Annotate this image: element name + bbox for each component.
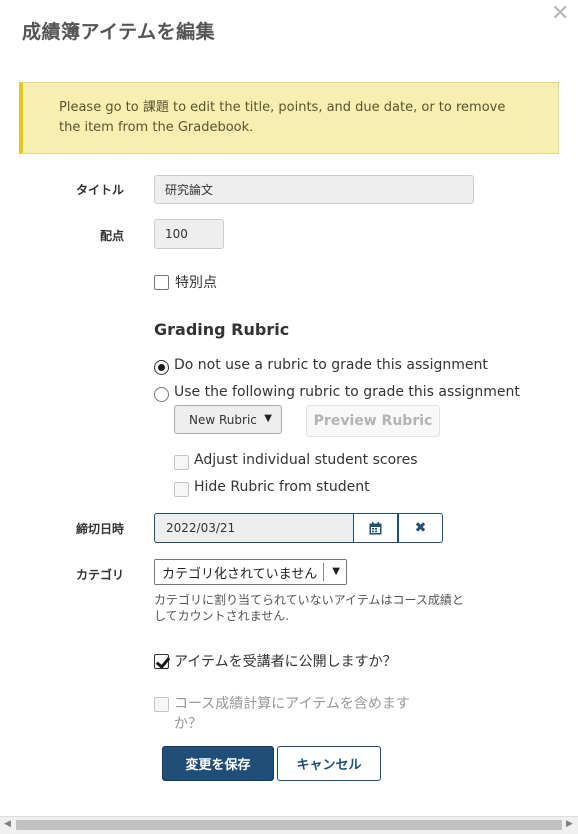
scrollbar-thumb[interactable] — [16, 820, 562, 830]
scroll-left-icon[interactable]: ◀ — [4, 819, 11, 829]
category-help-text: カテゴリに割り当てられていないアイテムはコース成績としてカウントされません. — [154, 593, 464, 623]
extra-credit-label: 特別点 — [175, 275, 217, 291]
chevron-down-icon: ▼ — [264, 413, 272, 424]
save-button[interactable]: 変更を保存 — [162, 746, 274, 781]
extra-credit-checkbox[interactable] — [154, 275, 169, 290]
category-label: カテゴリ — [76, 568, 125, 582]
title-label: タイトル — [76, 183, 125, 197]
select-divider — [323, 563, 324, 581]
caret-down-icon: ▼ — [332, 566, 340, 577]
category-select[interactable]: カテゴリ化されていません ▼ — [154, 559, 347, 585]
points-field[interactable]: 100 — [154, 219, 224, 249]
due-date-field[interactable]: 2022/03/21 — [154, 513, 354, 543]
close-icon[interactable]: ✕ — [551, 2, 569, 26]
horizontal-scrollbar[interactable]: ◀ ▶ — [0, 816, 578, 834]
rubric-select-value: New Rubric — [189, 412, 257, 427]
scroll-right-icon[interactable]: ▶ — [566, 819, 573, 829]
grading-rubric-heading: Grading Rubric — [154, 320, 290, 339]
dialog-title: 成績簿アイテムを編集 — [22, 21, 216, 43]
use-rubric-label: Use the following rubric to grade this a… — [174, 384, 520, 400]
hide-rubric-label: Hide Rubric from student — [194, 479, 370, 495]
hide-rubric-checkbox[interactable] — [174, 482, 189, 497]
due-date-label: 締切日時 — [76, 522, 125, 536]
notice-text: Please go to 課題 to edit the title, point… — [59, 100, 506, 135]
include-grade-label-cont: か？ — [174, 716, 202, 732]
include-grade-checkbox[interactable] — [154, 697, 169, 712]
calendar-button[interactable] — [353, 513, 398, 543]
category-select-value: カテゴリ化されていません — [162, 566, 318, 582]
release-label: アイテムを受講者に公開しますか？ — [174, 654, 397, 670]
title-field[interactable]: 研究論文 — [154, 175, 474, 204]
release-checkbox[interactable] — [154, 654, 169, 669]
no-rubric-radio[interactable] — [154, 360, 169, 375]
calendar-icon — [369, 521, 382, 534]
adjust-scores-label: Adjust individual student scores — [194, 452, 418, 468]
include-grade-label: コース成績計算にアイテムを含めます — [174, 696, 410, 712]
no-rubric-label: Do not use a rubric to grade this assign… — [174, 357, 488, 373]
points-label: 配点 — [100, 229, 125, 243]
adjust-scores-checkbox[interactable] — [174, 455, 189, 470]
info-notice: Please go to 課題 to edit the title, point… — [19, 82, 559, 154]
cancel-button[interactable]: キャンセル — [277, 746, 381, 781]
preview-rubric-button[interactable]: Preview Rubric — [306, 405, 440, 437]
clear-date-button[interactable]: ✖ — [398, 513, 443, 543]
rubric-select[interactable]: New Rubric ▼ — [174, 405, 282, 434]
use-rubric-radio[interactable] — [154, 387, 169, 402]
times-icon: ✖ — [414, 520, 427, 536]
